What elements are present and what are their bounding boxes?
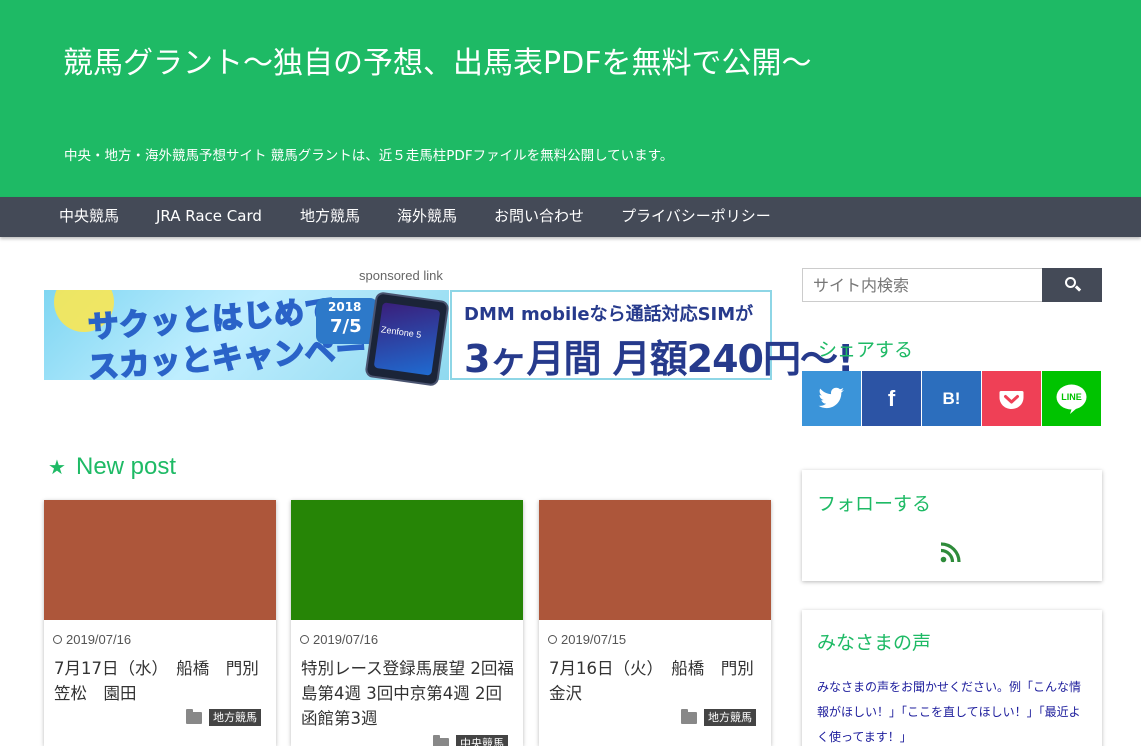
share-hatena-button[interactable]: B! (922, 371, 981, 426)
post-date: 2019/07/16 (300, 632, 378, 647)
twitter-icon (818, 387, 844, 409)
site-title[interactable]: 競馬グラント〜独自の予想、出馬表PDFを無料で公開〜 (63, 38, 811, 82)
nav-item-overseas-racing[interactable]: 海外競馬 (397, 197, 457, 237)
nav-item-jra-race-card[interactable]: JRA Race Card (156, 197, 262, 237)
follow-title: フォローする (817, 493, 932, 515)
sponsored-label: sponsored link (359, 268, 443, 283)
site-header: 競馬グラント〜独自の予想、出馬表PDFを無料で公開〜 中央・地方・海外競馬予想サ… (0, 0, 1141, 197)
post-date-text: 2019/07/15 (561, 632, 627, 647)
follow-widget: フォローする (802, 470, 1102, 581)
ad-date: 7/5 (330, 316, 362, 337)
ad-date-badge: 2018 7/5 (316, 298, 378, 344)
share-facebook-button[interactable]: f (862, 371, 921, 426)
facebook-icon: f (887, 386, 896, 411)
hatena-bookmark-icon: B! (942, 389, 961, 408)
site-search (802, 268, 1102, 302)
post-thumbnail[interactable] (291, 500, 523, 620)
nav-item-central-racing[interactable]: 中央競馬 (59, 197, 119, 237)
post-category-badge[interactable]: 地方競馬 (704, 709, 756, 726)
clock-icon (548, 635, 557, 644)
share-twitter-button[interactable] (802, 371, 861, 426)
share-title: シェアする (818, 339, 914, 361)
ad-offer-panel: DMM mobileなら通話対応SIMが 3ヶ月間 月額240円〜! (450, 290, 854, 381)
section-title-new-post: ★ New post (48, 453, 176, 481)
search-button[interactable] (1042, 268, 1102, 302)
post-thumbnail[interactable] (539, 500, 771, 620)
star-icon: ★ (48, 457, 66, 479)
ad-offer-line2: 3ヶ月間 月額240円〜! (464, 337, 854, 381)
voice-widget: みなさまの声 みなさまの声をお聞かせください。例「こんな情報がほしい！」「ここを… (802, 610, 1102, 746)
share-pocket-button[interactable] (982, 371, 1041, 426)
pocket-icon (999, 391, 1024, 409)
phone-image: Zenfone 5 (364, 291, 450, 387)
nav-item-local-racing[interactable]: 地方競馬 (300, 197, 360, 237)
post-category-badge[interactable]: 中央競馬 (456, 735, 508, 746)
post-date: 2019/07/15 (548, 632, 626, 647)
post-card[interactable]: 2019/07/16 特別レース登録馬展望 2回福島第4週 3回中京第4週 2回… (291, 500, 523, 746)
post-date-text: 2019/07/16 (313, 632, 379, 647)
post-title[interactable]: 7月17日（水） 船橋 門別 笠松 園田 (54, 656, 275, 706)
site-description: 中央・地方・海外競馬予想サイト 競馬グラントは、近５走馬柱PDFファイルを無料公… (64, 148, 674, 164)
voice-text: みなさまの声をお聞かせください。例「こんな情報がほしい！」「ここを直してほしい！… (817, 680, 1082, 744)
post-date-text: 2019/07/16 (66, 632, 132, 647)
phone-screen (373, 302, 441, 376)
post-card[interactable]: 2019/07/15 7月16日（火） 船橋 門別 金沢 地方競馬 (539, 500, 771, 746)
voice-title: みなさまの声 (817, 632, 932, 654)
share-line-button[interactable]: LINE (1042, 371, 1101, 426)
rss-icon[interactable] (939, 540, 963, 564)
ad-offer-line1: DMM mobileなら通話対応SIMが (464, 304, 754, 325)
post-title[interactable]: 特別レース登録馬展望 2回福島第4週 3回中京第4週 2回函館第3週 (301, 656, 515, 731)
post-title[interactable]: 7月16日（火） 船橋 門別 金沢 (549, 656, 770, 706)
clock-icon (300, 635, 309, 644)
ad-year: 2018 (328, 300, 362, 314)
search-icon-handle (1074, 285, 1082, 292)
post-date: 2019/07/16 (53, 632, 131, 647)
nav-item-privacy-policy[interactable]: プライバシーポリシー (621, 197, 771, 237)
post-thumbnail[interactable] (44, 500, 276, 620)
nav-item-contact[interactable]: お問い合わせ (494, 197, 584, 237)
folder-icon (186, 709, 202, 724)
main-nav: 中央競馬 JRA Race Card 地方競馬 海外競馬 お問い合わせ プライバ… (0, 197, 1141, 237)
post-card[interactable]: 2019/07/16 7月17日（水） 船橋 門別 笠松 園田 地方競馬 (44, 500, 276, 746)
post-category-badge[interactable]: 地方競馬 (209, 709, 261, 726)
search-input[interactable] (802, 268, 1042, 302)
folder-icon (681, 709, 697, 724)
section-title-label: New post (76, 453, 177, 480)
folder-icon (433, 735, 449, 746)
line-icon: LINE (1061, 392, 1082, 402)
ad-banner[interactable]: サクッとはじめて スカッとキャンペーン 2018 7/5 Zenfone 5 D… (44, 290, 854, 387)
clock-icon (53, 635, 62, 644)
